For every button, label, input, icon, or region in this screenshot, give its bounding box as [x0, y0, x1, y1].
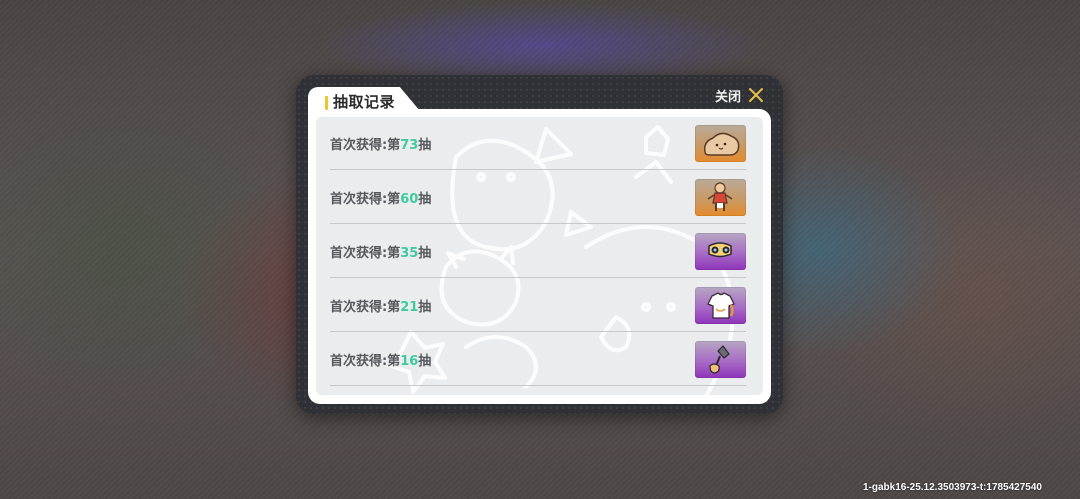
draw-number: 60 [400, 191, 419, 207]
title-accent-bar [325, 96, 328, 110]
build-watermark: 1-gabk16-25.12.3503973-t:1785427540 [862, 482, 1042, 493]
draw-number: 21 [400, 299, 419, 315]
record-text: 首次获得:第21抽 [330, 299, 432, 315]
record-text: 首次获得:第60抽 [330, 191, 432, 207]
doll-figure-icon [707, 181, 733, 211]
record-row: 首次获得:第21抽 [330, 279, 746, 332]
record-row: 首次获得:第35抽 [330, 225, 746, 278]
record-text: 首次获得:第73抽 [330, 137, 432, 153]
record-row: 首次获得:第60抽 [330, 171, 746, 224]
draw-number: 35 [400, 245, 419, 261]
close-label: 关闭 [714, 89, 741, 105]
draw-number: 16 [400, 353, 419, 369]
shirt-icon [707, 291, 735, 319]
close-icon[interactable] [747, 86, 765, 104]
record-row: 首次获得:第73抽 [330, 117, 746, 170]
draw-record-dialog: 抽取记录 关闭 首次获得:第73抽 首次获得:第60抽 首次获得:第35抽 首次… [296, 75, 783, 414]
lamp-icon [709, 344, 730, 374]
item-thumbnail[interactable] [695, 340, 746, 378]
goggles-icon [708, 241, 732, 257]
game-background: 抽取记录 关闭 首次获得:第73抽 首次获得:第60抽 首次获得:第35抽 首次… [0, 0, 1080, 499]
close-button[interactable]: 关闭 [715, 83, 765, 107]
item-thumbnail[interactable] [695, 232, 746, 270]
record-rows: 首次获得:第73抽 首次获得:第60抽 首次获得:第35抽 首次获得:第21抽 … [316, 117, 763, 386]
record-row: 首次获得:第16抽 [330, 333, 746, 386]
item-thumbnail[interactable] [695, 124, 746, 162]
item-thumbnail[interactable] [695, 178, 746, 216]
record-text: 首次获得:第35抽 [330, 245, 432, 261]
plush-blob-icon [703, 132, 740, 156]
draw-number: 73 [400, 137, 419, 153]
record-text: 首次获得:第16抽 [330, 353, 432, 369]
record-list[interactable]: 首次获得:第73抽 首次获得:第60抽 首次获得:第35抽 首次获得:第21抽 … [316, 117, 763, 395]
item-thumbnail[interactable] [695, 286, 746, 324]
dialog-title: 抽取记录 [333, 93, 396, 111]
